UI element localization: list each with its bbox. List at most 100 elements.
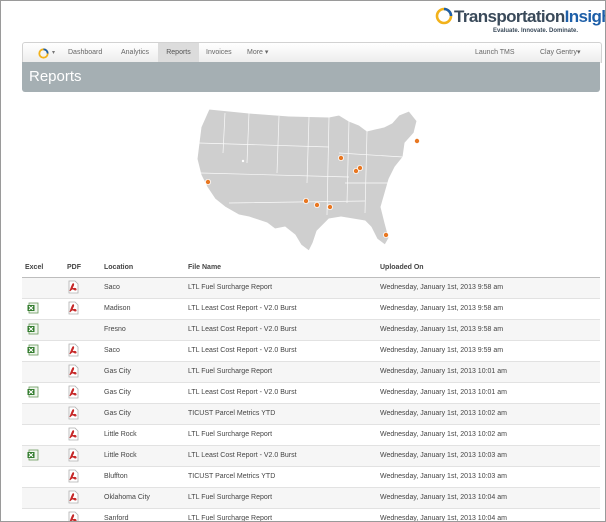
uploaded-on-cell: Wednesday, January 1st, 2013 10:01 am [380,368,507,375]
map-marker[interactable] [326,204,333,211]
location-cell: Saco [104,347,120,354]
app-logo-icon [38,48,49,59]
pdf-download-cell[interactable] [67,511,79,521]
excel-download-cell[interactable] [27,386,39,398]
table-body: Saco LTL Fuel Surcharge Report Wednesday, … [22,278,600,522]
page-title: Reports [29,68,82,85]
excel-download-cell[interactable] [27,323,39,335]
table-row: Little Rock LTL Least Cost Report - V2.0 … [22,446,600,467]
excel-download-cell[interactable] [27,344,39,356]
table-row: Madison LTL Least Cost Report - V2.0 Burs… [22,299,600,320]
nav-reports[interactable]: Reports [158,43,199,63]
excel-file-icon [27,449,39,461]
location-cell: Saco [104,284,120,291]
col-uploaded-on[interactable]: Uploaded On [380,264,424,271]
pdf-file-icon [68,301,79,315]
table-row: Little Rock LTL Fuel Surcharge Report Wedn… [22,425,600,446]
excel-file-icon [27,386,39,398]
col-location[interactable]: Location [104,264,133,271]
file-name-cell: LTL Fuel Surcharge Report [188,284,273,291]
uploaded-on-cell: Wednesday, January 1st, 2013 10:03 am [380,473,507,480]
uploaded-on-cell: Wednesday, January 1st, 2013 10:04 am [380,515,507,522]
nav-dashboard[interactable]: Dashboard [68,43,102,63]
col-file-name[interactable]: File Name [188,264,221,271]
map-marker[interactable] [204,179,211,186]
pdf-download-cell[interactable] [67,343,79,357]
excel-file-icon [27,323,39,335]
location-cell: Fresno [104,326,126,333]
top-navbar: ▾ Dashboard Analytics Reports Invoices M… [22,42,602,63]
file-name-cell: LTL Fuel Surcharge Report [188,515,273,522]
brand-ring-icon [435,7,453,25]
brand-name-part2: Insight [564,7,605,26]
file-name-cell: LTL Fuel Surcharge Report [188,494,273,501]
pdf-download-cell[interactable] [67,280,79,294]
location-cell: Gas City [104,410,131,417]
location-cell: Gas City [104,389,131,396]
map-marker[interactable] [314,202,321,209]
location-cell: Oklahoma City [104,494,150,501]
table-row: Saco LTL Fuel Surcharge Report Wednesday, … [22,278,600,299]
us-map [196,108,420,252]
uploaded-on-cell: Wednesday, January 1st, 2013 10:02 am [380,431,507,438]
table-row: Gas City LTL Least Cost Report - V2.0 Bur… [22,383,600,404]
file-name-cell: LTL Least Cost Report - V2.0 Burst [188,452,297,459]
uploaded-on-cell: Wednesday, January 1st, 2013 9:58 am [380,326,504,333]
table-row: Gas City TICUST Parcel Metrics YTD Wednesd… [22,404,600,425]
pdf-download-cell[interactable] [67,406,79,420]
pdf-file-icon [68,448,79,462]
page-frame: TransportationInsight Evaluate. Innovate… [0,0,606,522]
location-cell: Sanford [104,515,129,522]
pdf-download-cell[interactable] [67,490,79,504]
user-menu-dropdown[interactable]: Clay Gentry▾ [540,43,580,63]
reports-table: Excel PDF Location File Name Uploaded On… [22,261,600,522]
uploaded-on-cell: Wednesday, January 1st, 2013 10:02 am [380,410,507,417]
uploaded-on-cell: Wednesday, January 1st, 2013 10:01 am [380,389,507,396]
pdf-download-cell[interactable] [67,385,79,399]
nav-analytics[interactable]: Analytics [121,43,149,63]
uploaded-on-cell: Wednesday, January 1st, 2013 9:59 am [380,347,504,354]
excel-download-cell[interactable] [27,302,39,314]
nav-invoices[interactable]: Invoices [206,43,232,63]
col-excel[interactable]: Excel [25,264,43,271]
map-marker-small [241,159,245,163]
pdf-download-cell[interactable] [67,301,79,315]
pdf-file-icon [68,280,79,294]
launch-tms-link[interactable]: Launch TMS [475,43,515,63]
location-cell: Gas City [104,368,131,375]
file-name-cell: LTL Least Cost Report - V2.0 Burst [188,389,297,396]
home-menu-button[interactable]: ▾ [36,43,60,63]
nav-more-dropdown[interactable]: More ▾ [247,43,268,63]
excel-download-cell[interactable] [27,449,39,461]
pdf-file-icon [68,406,79,420]
excel-file-icon [27,302,39,314]
table-row: Fresno LTL Least Cost Report - V2.0 Burst… [22,320,600,341]
uploaded-on-cell: Wednesday, January 1st, 2013 10:04 am [380,494,507,501]
map-marker[interactable] [413,138,420,145]
table-row: Saco LTL Least Cost Report - V2.0 Burst We… [22,341,600,362]
pdf-download-cell[interactable] [67,469,79,483]
map-marker[interactable] [382,231,389,238]
location-cell: Madison [104,305,131,312]
location-cell: Little Rock [104,431,137,438]
map-marker[interactable] [356,165,363,172]
pdf-download-cell[interactable] [67,364,79,378]
table-row: Sanford LTL Fuel Surcharge Report Wednesda… [22,509,600,522]
col-pdf[interactable]: PDF [67,264,81,271]
pdf-download-cell[interactable] [67,448,79,462]
brand-tagline: Evaluate. Innovate. Dominate. [493,28,579,34]
table-row: Oklahoma City LTL Fuel Surcharge Report We… [22,488,600,509]
file-name-cell: LTL Fuel Surcharge Report [188,431,273,438]
map-marker[interactable] [337,155,344,162]
map-marker[interactable] [303,198,310,205]
file-name-cell: LTL Fuel Surcharge Report [188,368,273,375]
location-cell: Bluffton [104,473,128,480]
pdf-file-icon [68,343,79,357]
pdf-file-icon [68,364,79,378]
excel-file-icon [27,344,39,356]
pdf-file-icon [68,469,79,483]
pdf-download-cell[interactable] [67,427,79,441]
pdf-file-icon [68,511,79,521]
brand-logo[interactable]: TransportationInsight Evaluate. Innovate… [435,6,605,36]
location-cell: Little Rock [104,452,137,459]
